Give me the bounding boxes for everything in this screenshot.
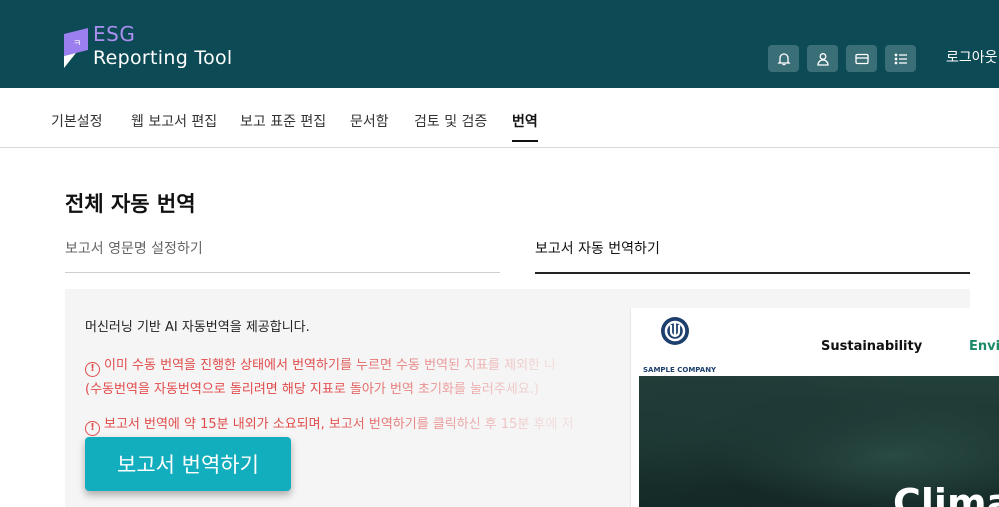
logo-subtitle: Reporting Tool bbox=[93, 47, 233, 69]
report-preview: SAMPLE COMPANY Sustainability Envi Clima… bbox=[630, 308, 999, 507]
translate-report-button[interactable]: 보고서 번역하기 bbox=[85, 437, 291, 491]
warning-icon: ! bbox=[85, 421, 100, 436]
user-icon bbox=[816, 52, 829, 66]
profile-button[interactable] bbox=[807, 45, 838, 72]
preview-company-logo: SAMPLE COMPANY bbox=[643, 316, 716, 376]
notifications-button[interactable] bbox=[768, 45, 799, 72]
app-logo[interactable]: ㅋ ESG Reporting Tool bbox=[62, 22, 262, 72]
subtab-english-name[interactable]: 보고서 영문명 설정하기 bbox=[65, 238, 500, 273]
card-icon bbox=[854, 53, 869, 64]
warning-icon: ! bbox=[85, 362, 100, 377]
tab-review[interactable]: 검토 및 검증 bbox=[414, 111, 487, 131]
header-icon-group bbox=[768, 45, 916, 72]
svg-text:ㅋ: ㅋ bbox=[73, 39, 81, 49]
main-nav: 기본설정 웹 보고서 편집 보고 표준 편집 문서함 검토 및 검증 번역 bbox=[0, 88, 999, 148]
fade-overlay bbox=[315, 289, 645, 507]
preview-nav-sustainability: Sustainability bbox=[821, 339, 923, 354]
page-title: 전체 자동 번역 bbox=[65, 192, 196, 216]
menu-list-button[interactable] bbox=[885, 45, 916, 72]
intro-text: 머신러닝 기반 AI 자동번역을 제공합니다. bbox=[85, 320, 310, 335]
billing-button[interactable] bbox=[846, 45, 877, 72]
subtab-auto-translate[interactable]: 보고서 자동 번역하기 bbox=[535, 238, 970, 274]
logo-title: ESG bbox=[93, 22, 136, 46]
company-logo-icon bbox=[661, 317, 689, 345]
tab-standard-edit[interactable]: 보고 표준 편집 bbox=[240, 111, 326, 131]
bell-icon bbox=[776, 52, 791, 65]
tab-documents[interactable]: 문서함 bbox=[350, 111, 389, 131]
preview-company-name: SAMPLE COMPANY bbox=[643, 366, 717, 374]
tab-basic-settings[interactable]: 기본설정 bbox=[51, 111, 103, 131]
preview-nav-environment: Envi bbox=[969, 339, 999, 354]
top-header: ㅋ ESG Reporting Tool 로그아웃 bbox=[0, 0, 999, 88]
tab-translation[interactable]: 번역 bbox=[512, 111, 538, 142]
list-icon bbox=[894, 53, 907, 64]
preview-hero-title: Climat bbox=[893, 481, 999, 507]
logo-mark-icon: ㅋ bbox=[64, 28, 88, 68]
logout-link[interactable]: 로그아웃 bbox=[946, 47, 998, 67]
tab-web-report-edit[interactable]: 웹 보고서 편집 bbox=[131, 111, 217, 131]
